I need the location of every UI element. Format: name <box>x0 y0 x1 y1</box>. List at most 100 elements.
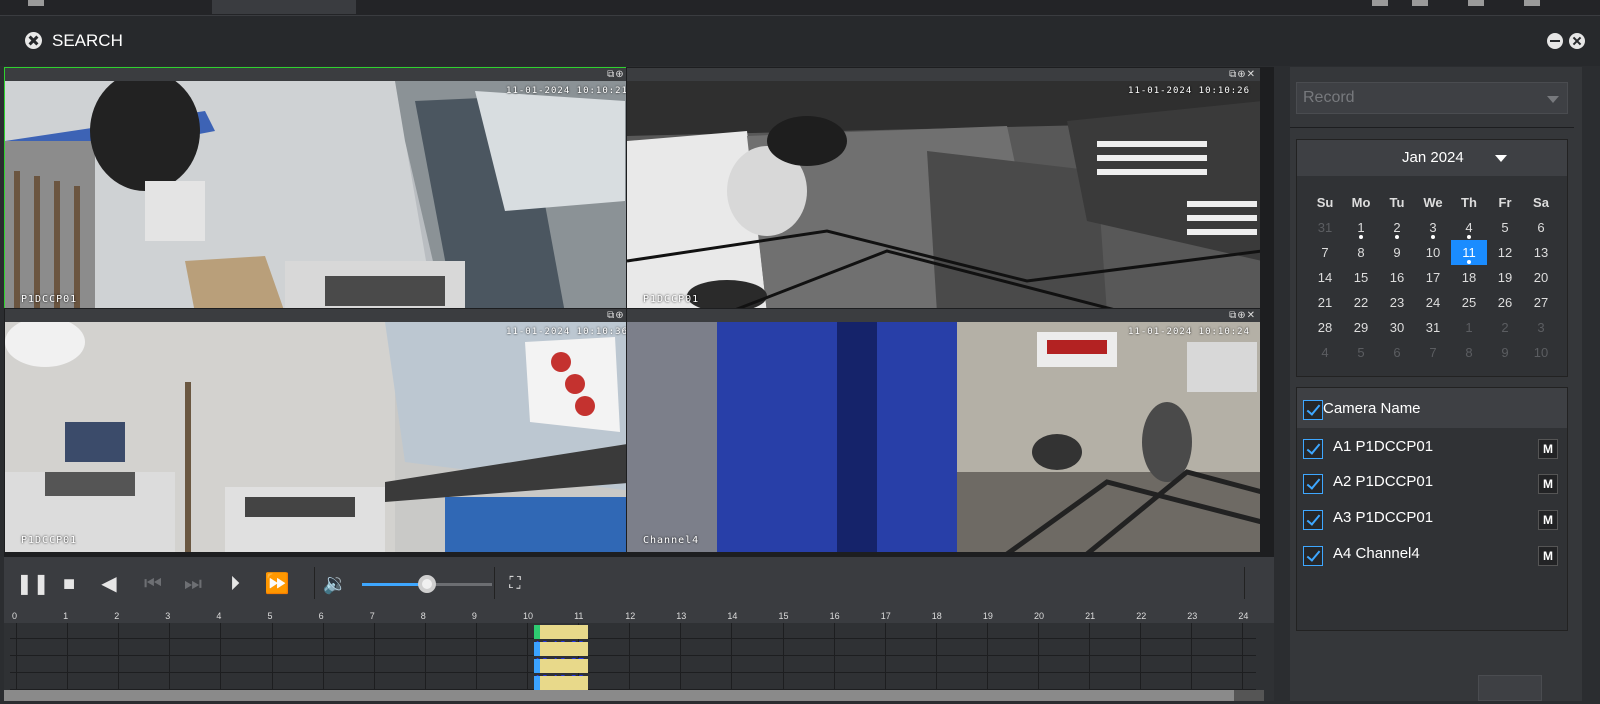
video-frame <box>5 81 638 311</box>
calendar-day[interactable]: 23 <box>1379 290 1415 315</box>
scrollbar-thumb[interactable] <box>4 690 1234 701</box>
camera-checkbox[interactable] <box>1303 510 1323 530</box>
camera-view-4[interactable]: ⧉⊕✕ 11-01-2024 10:10:24 Channel4 <box>626 308 1261 553</box>
calendar-day[interactable]: 6 <box>1523 215 1559 240</box>
timeline-row[interactable]: 10:10:25 <box>10 640 1256 670</box>
calendar-day[interactable]: 10 <box>1523 340 1559 365</box>
search-button[interactable] <box>1478 675 1542 701</box>
hour-tick-label: 22 <box>1136 611 1147 621</box>
calendar-day[interactable]: 2 <box>1487 315 1523 340</box>
camera-checkbox[interactable] <box>1303 546 1323 566</box>
main-stream-button[interactable]: M <box>1538 474 1558 494</box>
calendar-day[interactable]: 5 <box>1487 215 1523 240</box>
video-frame <box>627 81 1260 311</box>
calendar-day[interactable]: 27 <box>1523 290 1559 315</box>
calendar-day[interactable]: 16 <box>1379 265 1415 290</box>
calendar-day[interactable]: 31 <box>1307 215 1343 240</box>
tab-layout[interactable] <box>20 0 190 14</box>
calendar-day[interactable]: 18 <box>1451 265 1487 290</box>
camera-tool-icons[interactable]: ⧉⊕✕ <box>1229 69 1256 80</box>
minimize-button[interactable] <box>1547 33 1563 49</box>
hour-tick-label: 0 <box>12 611 18 621</box>
next-frame-button[interactable]: ⏭ <box>180 571 206 597</box>
calendar-day[interactable]: 9 <box>1487 340 1523 365</box>
fast-forward-button[interactable]: ⏩ <box>264 571 290 597</box>
calendar-day[interactable]: 1 <box>1451 315 1487 340</box>
main-stream-button[interactable]: M <box>1538 439 1558 459</box>
chevron-down-icon[interactable] <box>1495 155 1507 162</box>
calendar-day[interactable]: 20 <box>1523 265 1559 290</box>
calendar-day[interactable]: 24 <box>1415 290 1451 315</box>
calendar-day[interactable]: 8 <box>1343 240 1379 265</box>
main-stream-button[interactable]: M <box>1538 510 1558 530</box>
month-label[interactable]: Jan 2024 <box>1402 149 1464 166</box>
toolbar-icon[interactable] <box>1468 0 1484 6</box>
slow-play-button[interactable]: ⏵ <box>222 571 248 597</box>
calendar-day[interactable]: 21 <box>1307 290 1343 315</box>
calendar-day[interactable]: 29 <box>1343 315 1379 340</box>
previous-frame-button[interactable]: ⏮ <box>140 571 166 597</box>
calendar-day[interactable]: 30 <box>1379 315 1415 340</box>
play-backward-button[interactable]: ◀ <box>96 571 122 597</box>
divider <box>494 567 495 599</box>
volume-handle[interactable] <box>418 575 436 593</box>
calendar-day[interactable]: 4 <box>1451 215 1487 240</box>
calendar-day[interactable]: 1 <box>1343 215 1379 240</box>
calendar-day[interactable]: 15 <box>1343 265 1379 290</box>
tab-search[interactable] <box>212 0 356 14</box>
calendar-day[interactable]: 26 <box>1487 290 1523 315</box>
divider <box>1244 567 1245 599</box>
close-button[interactable] <box>1569 33 1585 49</box>
toolbar-icon[interactable] <box>1412 0 1428 6</box>
timeline-row[interactable]: 10:10:23 <box>10 674 1256 704</box>
timeline[interactable]: 0 1 2 3 4 5 6 7 8 9 10 11 12 13 14 15 16 17 18 19 20 21 22 23 24… <box>4 611 1274 704</box>
calendar-day[interactable]: 12 <box>1487 240 1523 265</box>
record-segment[interactable]: 10:10:20 <box>534 625 588 653</box>
calendar-day[interactable]: 3 <box>1415 215 1451 240</box>
camera-checkbox[interactable] <box>1303 439 1323 459</box>
calendar-day[interactable]: 5 <box>1343 340 1379 365</box>
toolbar-icon[interactable] <box>1372 0 1388 6</box>
calendar-day[interactable]: 3 <box>1523 315 1559 340</box>
camera-view-1[interactable]: ⧉⊕✕ 11-01-2024 10:10:21 P1DCCP01 <box>4 67 639 312</box>
fullscreen-icon[interactable]: ⛶ <box>502 571 528 597</box>
timeline-row[interactable]: 10:10:38 <box>10 657 1256 687</box>
calendar-day[interactable]: 11 <box>1451 240 1487 265</box>
calendar-day[interactable]: 8 <box>1451 340 1487 365</box>
calendar-day[interactable]: 25 <box>1451 290 1487 315</box>
stop-button[interactable]: ■ <box>56 571 82 597</box>
main-stream-button[interactable]: M <box>1538 546 1558 566</box>
calendar-day[interactable]: 9 <box>1379 240 1415 265</box>
record-segment[interactable]: 10:10:23 <box>534 676 588 704</box>
calendar-day[interactable]: 14 <box>1307 265 1343 290</box>
timeline-scrollbar[interactable] <box>4 690 1264 701</box>
pause-button[interactable]: ❚❚ <box>16 571 50 597</box>
calendar-day[interactable]: 10 <box>1415 240 1451 265</box>
calendar-day[interactable]: 28 <box>1307 315 1343 340</box>
toolbar-icon[interactable] <box>1524 0 1540 6</box>
camera-view-2[interactable]: ⧉⊕✕ 11-01-2024 10:10:26 P1DCCP01 <box>626 67 1261 312</box>
calendar-day[interactable]: 19 <box>1487 265 1523 290</box>
calendar-day[interactable]: 6 <box>1379 340 1415 365</box>
camera-tool-icons[interactable]: ⧉⊕✕ <box>1229 310 1256 321</box>
calendar-day[interactable]: 4 <box>1307 340 1343 365</box>
record-segment[interactable]: 10:10:38 <box>534 659 588 687</box>
record-segment[interactable]: 10:10:25 <box>534 642 588 670</box>
page-title: SEARCH <box>52 31 123 50</box>
search-sidebar: Record Jan 2024 Su Mo Tu We Th Fr Sa 31 1 2 3 4 5 6 7 8… <box>1290 67 1582 701</box>
volume-slider[interactable] <box>362 575 492 593</box>
calendar-day[interactable]: 13 <box>1523 240 1559 265</box>
calendar-day[interactable]: 31 <box>1415 315 1451 340</box>
volume-icon[interactable]: 🔉 <box>322 571 348 597</box>
calendar-day[interactable]: 7 <box>1415 340 1451 365</box>
calendar-day[interactable]: 22 <box>1343 290 1379 315</box>
camera-view-3[interactable]: ⧉⊕✕ 11-01-2024 10:10:36 P1DCCP01 <box>4 308 639 553</box>
timeline-row[interactable]: 10:10:20 <box>10 623 1256 653</box>
calendar-day[interactable]: 7 <box>1307 240 1343 265</box>
camera-checkbox[interactable] <box>1303 474 1323 494</box>
calendar-day[interactable]: 17 <box>1415 265 1451 290</box>
select-all-checkbox[interactable] <box>1303 400 1323 420</box>
record-type-select[interactable]: Record <box>1296 82 1568 114</box>
calendar-day[interactable]: 2 <box>1379 215 1415 240</box>
camera-osd-name: P1DCCP01 <box>21 294 78 305</box>
